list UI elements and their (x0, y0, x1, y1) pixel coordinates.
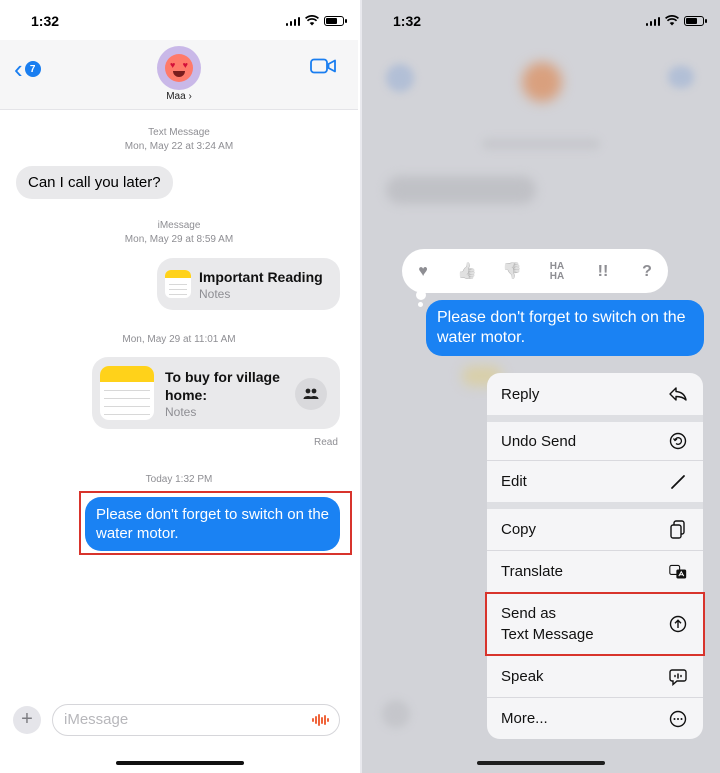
reactions-bar-tail-dot (418, 302, 423, 307)
message-context-menu: Reply Undo Send Edit Copy Translate Send… (487, 373, 703, 739)
message-text: Can I call you later? (28, 174, 161, 191)
timestamp-date: Today 1:32 PM (145, 474, 213, 485)
menu-item-speak[interactable]: Speak (487, 656, 703, 697)
signal-icon (285, 16, 300, 26)
signal-icon (645, 16, 660, 26)
highlight-box (485, 592, 705, 656)
contact-name[interactable]: Maa › (0, 91, 358, 102)
reactions-bar-tail (416, 290, 426, 300)
chevron-left-icon: ‹ (14, 54, 23, 84)
menu-item-copy[interactable]: Copy (487, 509, 703, 550)
read-receipt: Read (314, 437, 338, 448)
haha-reaction-icon[interactable]: HA HA (545, 262, 569, 282)
translate-icon (669, 563, 687, 581)
battery-icon (324, 15, 347, 26)
left-screen: 1:32 ‹ 7 Maa › Text Message Mon, May 22 … (0, 0, 360, 773)
wifi-icon (305, 15, 319, 26)
pencil-icon (669, 473, 687, 491)
note-source: Notes (199, 287, 231, 301)
blurred-back-button (386, 64, 414, 92)
status-time: 1:32 (393, 13, 422, 29)
notes-app-icon (165, 270, 191, 298)
note-title: To buy for village home: (165, 369, 280, 403)
note-attachment-important-reading[interactable]: Important Reading Notes (157, 258, 340, 310)
blurred-video-icon (668, 66, 694, 88)
status-bar: 1:32 (0, 0, 360, 40)
timestamp-label: iMessage (157, 220, 201, 231)
selected-message-bubble[interactable]: Please don't forget to switch on the wat… (426, 300, 704, 356)
shared-people-icon[interactable] (295, 378, 327, 410)
timestamp-date: Mon, May 22 at 3:24 AM (124, 141, 234, 152)
question-reaction-icon[interactable]: ? (636, 262, 658, 282)
blurred-plus (382, 700, 410, 728)
received-message-bubble[interactable]: Can I call you later? (16, 166, 173, 199)
wifi-icon (665, 15, 679, 26)
notes-app-icon (100, 366, 154, 420)
tapback-reactions-bar: ♥ 👍 👎 HA HA !! ? (402, 249, 668, 293)
timestamp-label: Text Message (148, 127, 210, 138)
add-attachment-button[interactable]: + (13, 706, 41, 734)
unread-badge: 7 (24, 61, 41, 77)
menu-item-undo-send[interactable]: Undo Send (487, 422, 703, 460)
home-indicator[interactable] (116, 761, 244, 765)
message-input-placeholder: iMessage (64, 711, 129, 728)
heart-reaction-icon[interactable]: ♥ (412, 262, 434, 282)
contact-avatar[interactable] (157, 46, 201, 90)
menu-item-reply[interactable]: Reply (487, 373, 703, 415)
copy-icon (669, 519, 687, 539)
note-title: Important Reading (199, 269, 323, 285)
blurred-message (386, 176, 536, 204)
status-time: 1:32 (31, 13, 60, 29)
conversation-header: ‹ 7 Maa › (0, 40, 358, 110)
note-source: Notes (165, 405, 197, 419)
thumbs-up-reaction-icon[interactable]: 👍 (456, 262, 478, 282)
audio-waveform-icon[interactable] (311, 714, 329, 726)
status-bar: 1:32 (362, 0, 720, 40)
sent-message-bubble[interactable]: Please don't forget to switch on the wat… (85, 497, 340, 551)
exclamation-reaction-icon[interactable]: !! (592, 262, 614, 282)
plus-icon: + (21, 708, 33, 730)
undo-circle-icon (669, 432, 687, 450)
video-call-icon[interactable] (310, 58, 336, 74)
menu-item-translate[interactable]: Translate (487, 551, 703, 592)
timestamp-date: Mon, May 29 at 8:59 AM (124, 234, 234, 245)
reply-arrow-icon (669, 385, 687, 403)
heart-eyes-emoji-icon (165, 54, 193, 82)
timestamp-date: Mon, May 29 at 11:01 AM (122, 334, 236, 345)
blurred-timestamp (482, 138, 600, 150)
message-text: Please don't forget to switch on the wat… (437, 309, 686, 346)
back-button[interactable]: ‹ 7 (14, 56, 41, 82)
message-text: Please don't forget to switch on the wat… (96, 506, 330, 542)
menu-item-more[interactable]: More... (487, 698, 703, 739)
menu-item-edit[interactable]: Edit (487, 461, 703, 502)
home-indicator[interactable] (477, 761, 605, 765)
note-attachment-village-home[interactable]: To buy for village home: Notes (92, 357, 340, 429)
ellipsis-circle-icon (669, 710, 687, 728)
speech-bubble-icon (669, 668, 687, 686)
message-input[interactable]: iMessage (52, 704, 340, 736)
thumbs-down-reaction-icon[interactable]: 👎 (501, 262, 523, 282)
blurred-avatar (522, 62, 562, 102)
battery-icon (684, 15, 707, 26)
